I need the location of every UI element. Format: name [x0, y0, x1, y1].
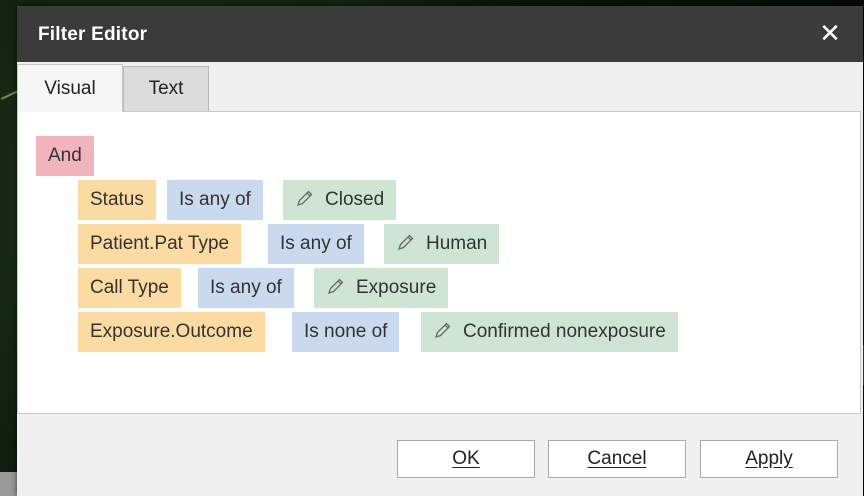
- condition-value-text: Closed: [325, 189, 385, 210]
- pencil-icon: [434, 322, 451, 339]
- condition-value[interactable]: Human: [384, 224, 500, 264]
- cancel-button[interactable]: Cancel: [548, 440, 686, 478]
- condition-value-text: Exposure: [356, 277, 437, 298]
- group-operator-and[interactable]: And: [36, 136, 94, 176]
- tab-visual[interactable]: Visual: [17, 64, 123, 112]
- close-icon[interactable]: ✕: [815, 18, 845, 48]
- condition-field[interactable]: Patient.Pat Type: [78, 224, 242, 264]
- dialog-title: Filter Editor: [38, 24, 148, 45]
- condition-value-text: Confirmed nonexposure: [463, 321, 666, 342]
- pencil-icon: [397, 234, 414, 251]
- condition-field[interactable]: Status: [78, 180, 156, 220]
- dialog-footer: OK Cancel Apply: [17, 414, 863, 496]
- tab-text[interactable]: Text: [123, 66, 209, 112]
- condition-operator[interactable]: Is any of: [167, 180, 263, 220]
- condition-field[interactable]: Call Type: [78, 268, 181, 308]
- condition-operator[interactable]: Is any of: [198, 268, 294, 308]
- ok-button[interactable]: OK: [397, 440, 535, 478]
- filter-panel: And Status Is any of Closed Patient.Pat …: [17, 111, 861, 414]
- condition-value[interactable]: Exposure: [314, 268, 449, 308]
- dialog-titlebar: Filter Editor ✕: [17, 6, 863, 62]
- tab-strip: Visual Text: [17, 64, 863, 112]
- condition-value[interactable]: Confirmed nonexposure: [421, 312, 678, 352]
- apply-button[interactable]: Apply: [700, 440, 838, 478]
- condition-operator[interactable]: Is none of: [292, 312, 400, 352]
- pencil-icon: [327, 278, 344, 295]
- condition-operator[interactable]: Is any of: [268, 224, 364, 264]
- condition-field[interactable]: Exposure.Outcome: [78, 312, 265, 352]
- condition-value[interactable]: Closed: [283, 180, 397, 220]
- pencil-icon: [296, 190, 313, 207]
- condition-value-text: Human: [426, 233, 488, 254]
- filter-editor-dialog: Filter Editor ✕ Visual Text And Status I…: [17, 6, 863, 496]
